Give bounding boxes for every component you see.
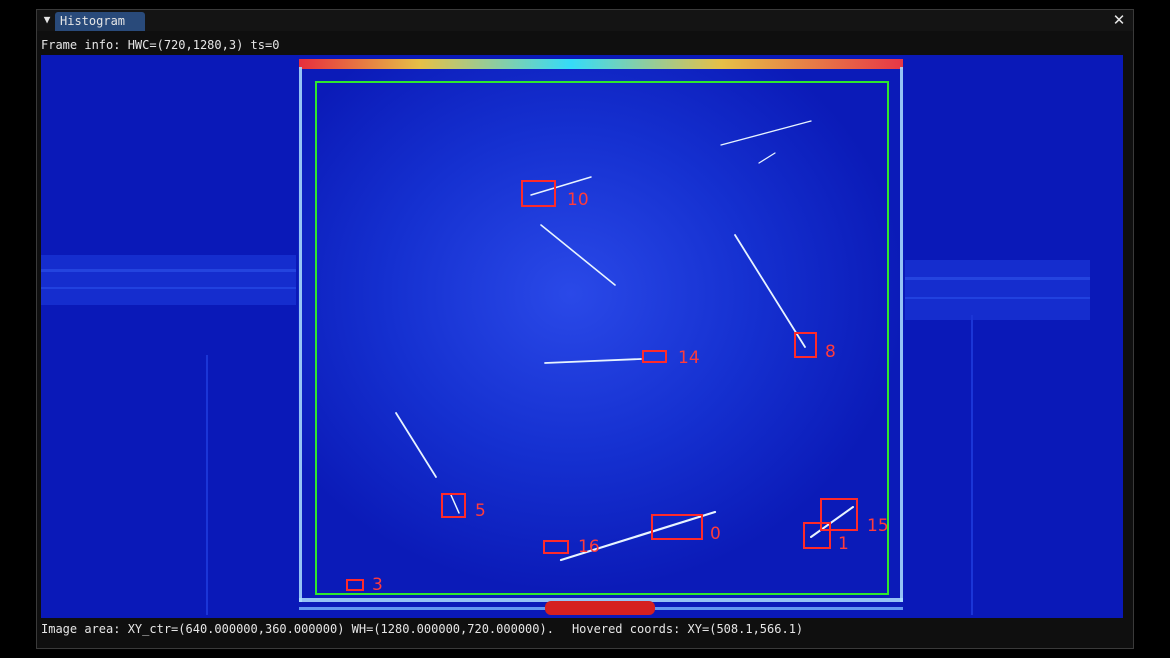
detection-label-5: 5	[475, 501, 486, 521]
image-area-info: Image area: XY_ctr=(640.000000,360.00000…	[41, 622, 554, 636]
detection-label-3: 3	[372, 575, 383, 595]
heatmap-image: 10 14 8 5 16 0 1 15 3	[41, 55, 1123, 618]
window-title-tab[interactable]: Histogram	[55, 12, 145, 31]
detection-label-16: 16	[578, 537, 600, 557]
detection-label-10: 10	[567, 190, 589, 210]
close-icon[interactable]: ✕	[1111, 11, 1127, 29]
detection-label-1: 1	[838, 534, 849, 554]
triangle-down-icon[interactable]: ▼	[40, 12, 54, 28]
hovered-coords-info: Hovered coords: XY=(508.1,566.1)	[571, 622, 804, 636]
window-titlebar[interactable]: ▼ Histogram ✕	[37, 10, 1133, 31]
detection-label-0: 0	[710, 524, 721, 544]
status-line: Image area: XY_ctr=(640.000000,360.00000…	[41, 622, 803, 636]
sensor-frame	[298, 59, 904, 615]
image-viewport[interactable]: 10 14 8 5 16 0 1 15 3	[41, 55, 1123, 618]
detection-label-8: 8	[825, 342, 836, 362]
histogram-window: ▼ Histogram ✕ Frame info: HWC=(720,1280,…	[36, 9, 1134, 649]
detection-label-15: 15	[867, 516, 889, 536]
detection-label-14: 14	[678, 348, 700, 368]
frame-info-text: Frame info: HWC=(720,1280,3) ts=0	[41, 38, 280, 52]
